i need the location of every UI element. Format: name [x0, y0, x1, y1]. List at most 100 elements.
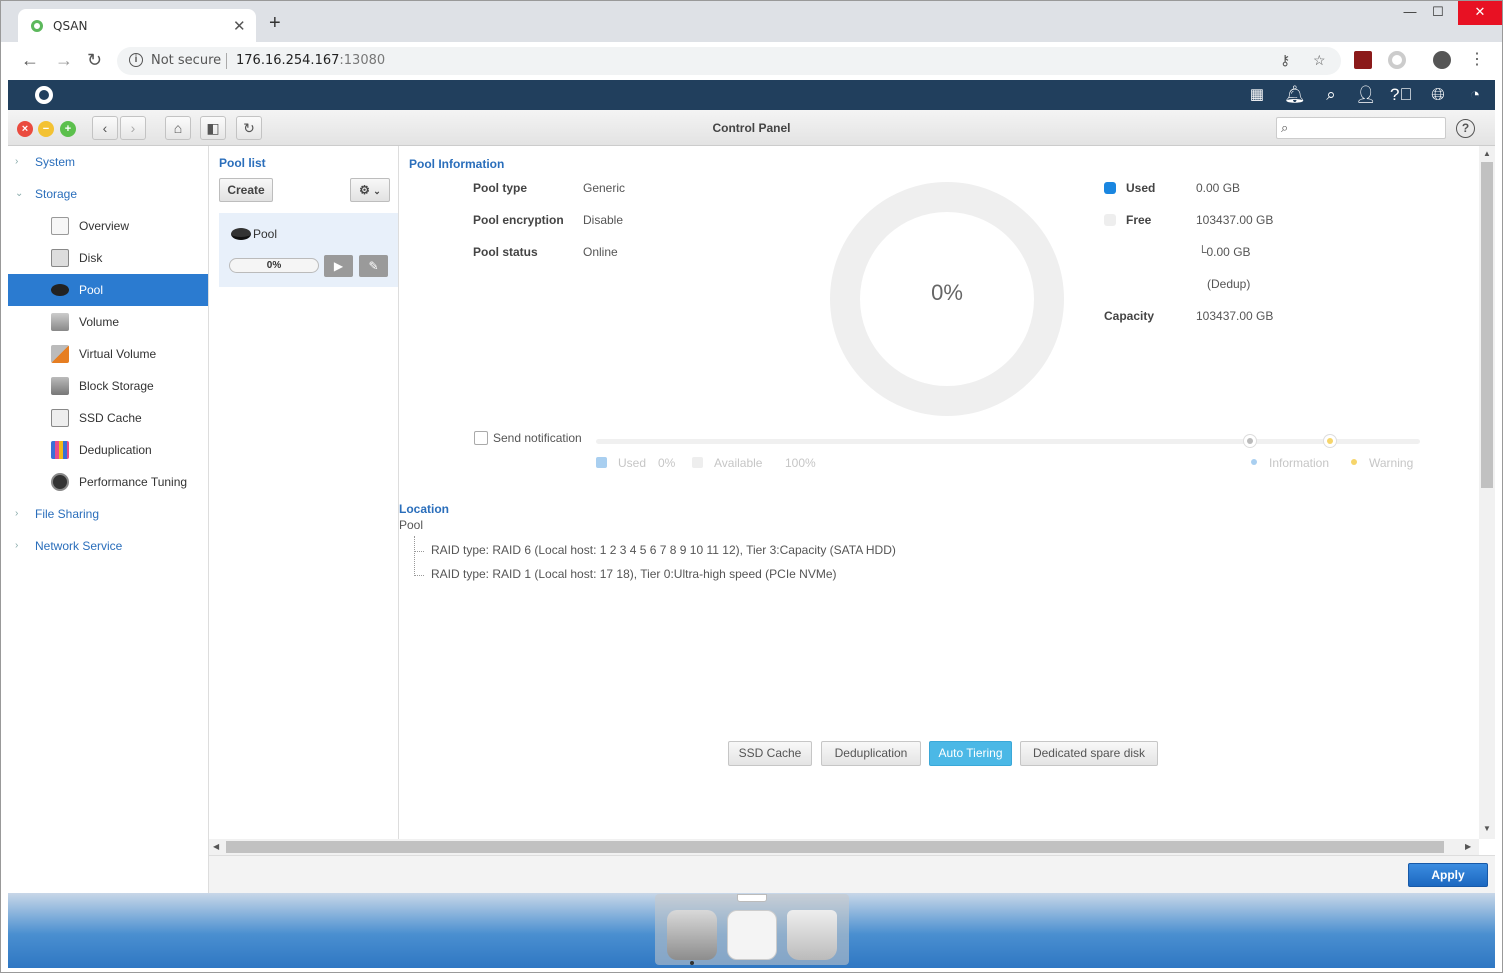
apps-grid-app-icon[interactable] [727, 910, 777, 960]
sidebar-item-overview[interactable]: Overview [8, 210, 208, 242]
create-pool-button[interactable]: Create [219, 178, 273, 202]
pool-name: Pool [253, 227, 278, 241]
tooltip-tab [737, 894, 767, 902]
free-legend-swatch [1104, 214, 1116, 226]
scroll-up-icon[interactable]: ▲ [1483, 149, 1491, 158]
panel-search-input[interactable]: ⌕ [1276, 117, 1446, 139]
scrollbar-thumb[interactable] [1481, 162, 1493, 488]
scroll-down-icon[interactable]: ▼ [1483, 824, 1491, 833]
help-icon[interactable]: ? [1456, 119, 1475, 138]
tab-title: QSAN [53, 19, 88, 33]
sidebar-item-file-sharing[interactable]: › File Sharing [8, 498, 208, 530]
user-icon[interactable]: 👤︎ [1355, 85, 1377, 105]
profile-icon[interactable] [1433, 51, 1451, 69]
minimize-window-icon[interactable]: — [1395, 1, 1425, 25]
menu-kebab-icon[interactable]: ⋮ [1469, 50, 1485, 70]
forward-nav-button[interactable]: › [120, 116, 146, 140]
pool-card[interactable]: Pool 0% ▶ ✎ [219, 213, 398, 287]
sidebar-item-performance-tuning[interactable]: Performance Tuning [8, 466, 208, 498]
window-title: Control Panel [712, 121, 791, 135]
control-panel-app-icon[interactable] [667, 910, 717, 960]
apply-button[interactable]: Apply [1408, 863, 1488, 887]
key-icon[interactable]: ⚷ [1280, 52, 1290, 69]
maximize-panel-icon[interactable]: + [60, 121, 76, 137]
edit-pencil-icon[interactable]: ✎ [359, 255, 388, 277]
url-host: 176.16.254.167 [236, 53, 340, 68]
pool-type-value: Generic [583, 181, 626, 195]
browser-tab[interactable]: QSAN ✕ [18, 9, 256, 43]
bell-icon[interactable]: 🔔︎ [1284, 85, 1306, 105]
ssd-cache-button[interactable]: SSD Cache [728, 741, 812, 766]
information-threshold-handle[interactable] [1243, 434, 1257, 448]
scroll-right-icon[interactable]: ▶ [1465, 842, 1471, 851]
dock [655, 894, 849, 965]
back-nav-button[interactable]: ‹ [92, 116, 118, 140]
apps-grid-icon[interactable]: ▦ [1247, 85, 1267, 105]
new-tab-icon[interactable]: + [269, 13, 281, 33]
pool-information-panel: Pool Information Pool type Generic Pool … [399, 146, 1479, 839]
auto-tiering-button[interactable]: Auto Tiering [929, 741, 1012, 766]
sidebar-item-block-storage[interactable]: Block Storage [8, 370, 208, 402]
refresh-icon[interactable]: ↻ [236, 116, 262, 140]
recycle-bin-icon[interactable] [787, 910, 837, 960]
horizontal-scrollbar[interactable]: ◀ ▶ [209, 839, 1479, 855]
virtual-volume-icon [51, 345, 69, 363]
block-storage-icon [51, 377, 69, 395]
sidebar-item-ssd-cache[interactable]: SSD Cache [8, 402, 208, 434]
forward-icon[interactable]: → [55, 50, 73, 70]
pdf-extension-icon[interactable] [1354, 51, 1372, 69]
scrollbar-thumb[interactable] [226, 841, 1444, 853]
help-circle-icon[interactable]: ?⃝ [1390, 85, 1412, 105]
minimize-panel-icon[interactable]: − [38, 121, 54, 137]
qsan-favicon-icon [31, 20, 43, 32]
usage-donut-chart: 0% [830, 182, 1064, 416]
capacity-value: 103437.00 GB [1196, 309, 1274, 323]
reload-icon[interactable]: ↻ [87, 50, 102, 70]
scroll-left-icon[interactable]: ◀ [213, 842, 219, 851]
warning-threshold-handle[interactable] [1323, 434, 1337, 448]
qsan-logo-icon[interactable] [35, 86, 53, 104]
window-titlebar: Control Panel × − + ‹ › ⌂ ◧ ↻ ⌕ ? [8, 110, 1495, 146]
sidebar-item-volume[interactable]: Volume [8, 306, 208, 338]
dashboard-gauge-icon[interactable]: ◔ [1465, 85, 1485, 105]
sidebar-item-storage[interactable]: ⌄ Storage [8, 178, 208, 210]
globe-icon[interactable]: 🌐︎ [1428, 85, 1448, 105]
send-notification-checkbox[interactable] [474, 431, 488, 445]
pool-icon [51, 284, 69, 296]
sidebar-toggle-icon[interactable]: ◧ [200, 116, 226, 140]
chevron-right-icon: › [15, 508, 19, 519]
close-window-icon[interactable]: ✕ [1458, 1, 1502, 25]
sidebar-item-virtual-volume[interactable]: Virtual Volume [8, 338, 208, 370]
sidebar-footer [8, 855, 209, 893]
extension-circle-icon[interactable] [1388, 51, 1406, 69]
dedicated-spare-disk-button[interactable]: Dedicated spare disk [1020, 741, 1158, 766]
deduplication-button[interactable]: Deduplication [821, 741, 921, 766]
sidebar-item-label: Performance Tuning [79, 475, 188, 489]
settings-dropdown-button[interactable]: ⚙ ⌄ [350, 178, 390, 202]
play-icon[interactable]: ▶ [324, 255, 353, 277]
sidebar-item-deduplication[interactable]: Deduplication [8, 434, 208, 466]
star-icon[interactable]: ☆ [1313, 52, 1326, 69]
home-icon[interactable]: ⌂ [165, 116, 191, 140]
sidebar-item-system[interactable]: › System [8, 146, 208, 178]
location-title: Location [399, 502, 449, 516]
sidebar-item-network-service[interactable]: › Network Service [8, 530, 208, 562]
search-icon[interactable]: ⌕ [1321, 85, 1341, 105]
sidebar-item-pool[interactable]: Pool [8, 274, 208, 306]
info-icon[interactable]: i [129, 53, 143, 67]
maximize-window-icon[interactable]: ☐ [1423, 1, 1453, 25]
warning-legend-dot [1351, 459, 1357, 465]
back-icon[interactable]: ← [21, 50, 39, 70]
close-panel-icon[interactable]: × [17, 121, 33, 137]
capacity-label: Capacity [1104, 309, 1155, 323]
tab-close-icon[interactable]: ✕ [233, 17, 246, 35]
volume-icon [51, 313, 69, 331]
chevron-right-icon: › [15, 156, 19, 167]
url-omnibox[interactable]: i Not secure 176.16.254.167:13080 ⚷ ☆ [117, 47, 1341, 75]
notification-threshold-slider[interactable] [596, 434, 1420, 448]
sidebar-item-label: Network Service [35, 539, 123, 553]
sidebar-item-label: Pool [79, 283, 104, 297]
vertical-scrollbar[interactable]: ▲ ▼ [1479, 146, 1495, 839]
sidebar-item-disk[interactable]: Disk [8, 242, 208, 274]
sidebar-item-label: Storage [35, 187, 78, 201]
